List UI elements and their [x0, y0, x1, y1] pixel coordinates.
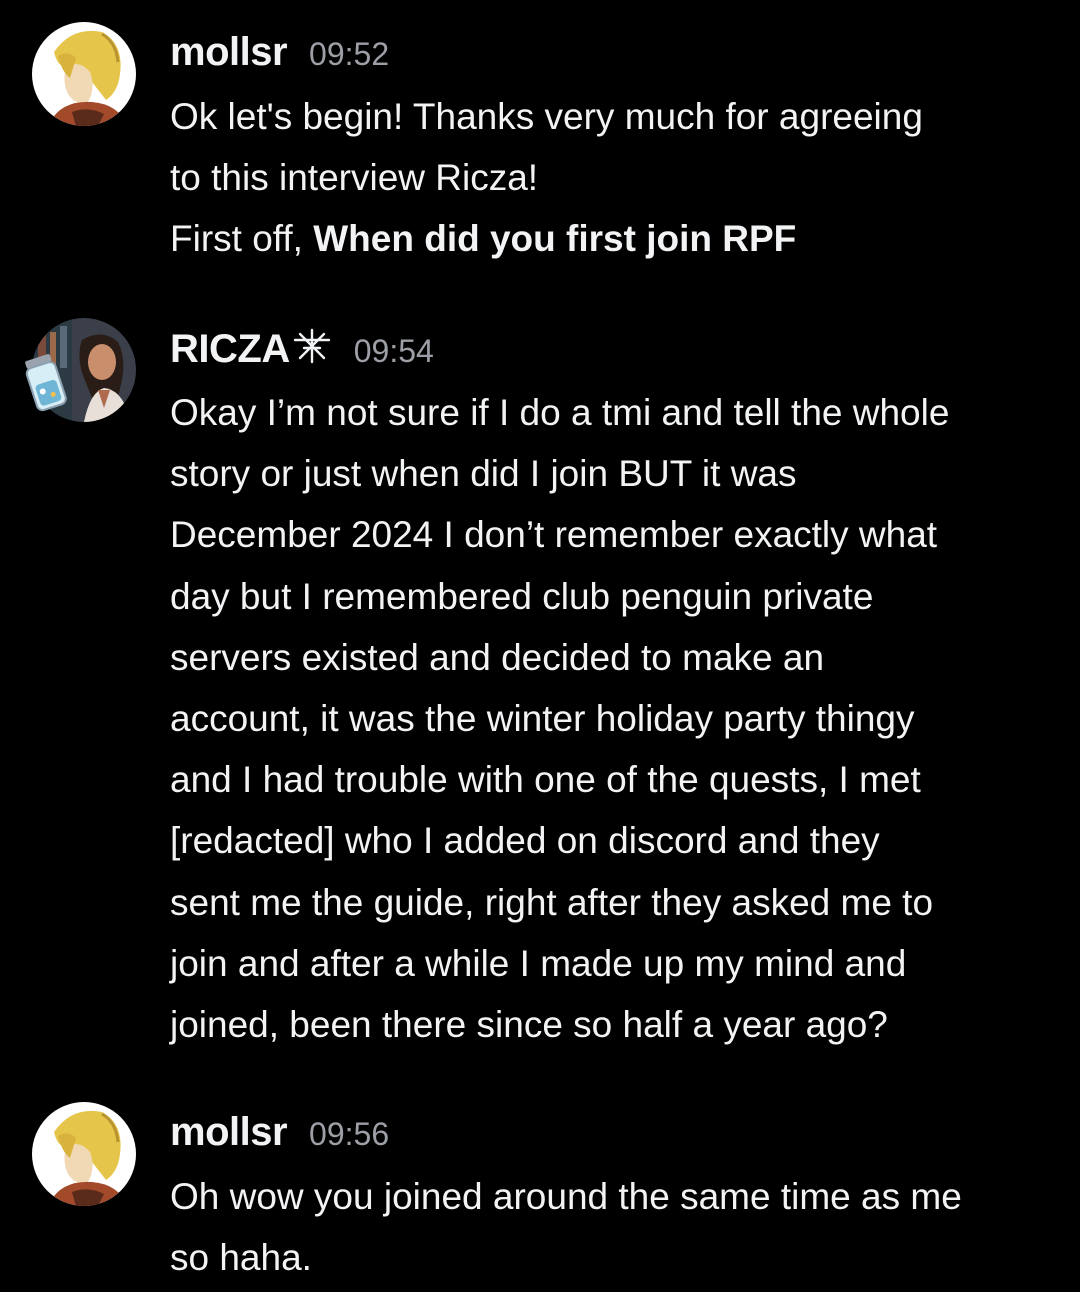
message-line: to this interview Ricza!: [170, 157, 539, 199]
message-body: Oh wow you joined around the same time a…: [170, 1166, 1050, 1288]
message-line: join and after a while I made up my mind…: [170, 942, 907, 984]
message-line: sent me the guide, right after they aske…: [170, 881, 934, 923]
message-body: Okay I’m not sure if I do a tmi and tell…: [170, 382, 1050, 1055]
username[interactable]: RICZA: [170, 327, 290, 372]
message-line: Ok let's begin! Thanks very much for agr…: [170, 96, 923, 137]
message-header: mollsr 09:52: [170, 30, 389, 80]
pentagram-star-icon: [292, 328, 332, 364]
message-line: December 2024 I don’t remember exactly w…: [170, 514, 938, 556]
username[interactable]: mollsr: [170, 30, 288, 75]
message-line: account, it was the winter holiday party…: [170, 697, 915, 739]
message-line: servers existed and decided to make an: [170, 636, 825, 678]
message-header: RICZA 09:54: [170, 326, 434, 376]
message-line: so haha.: [170, 1237, 312, 1279]
timestamp: 09:56: [309, 1116, 390, 1152]
message-line: Oh wow you joined around the same time a…: [170, 1176, 962, 1217]
username[interactable]: mollsr: [170, 1110, 288, 1155]
message-line: and I had trouble with one of the quests…: [170, 759, 921, 801]
message-line: [redacted] who I added on discord and th…: [170, 820, 880, 862]
message-line: Okay I’m not sure if I do a tmi and tell…: [170, 392, 950, 433]
message-line: day but I remembered club penguin privat…: [170, 575, 874, 617]
message-line: story or just when did I join BUT it was: [170, 453, 797, 495]
timestamp: 09:52: [309, 36, 390, 72]
user-avatar[interactable]: [32, 1102, 136, 1206]
message-header: mollsr 09:56: [170, 1110, 389, 1160]
message-body: Ok let's begin! Thanks very much for agr…: [170, 86, 1050, 270]
chat-log: mollsr 09:52 Ok let's begin! Thanks very…: [0, 0, 1080, 1292]
jar-icon: [25, 354, 67, 412]
avatar-art: [32, 1102, 136, 1206]
message-line: joined, been there since so half a year …: [170, 1003, 888, 1045]
bold-question: When did you first join RPF: [313, 218, 797, 260]
badge-svg: [293, 328, 330, 364]
timestamp: 09:54: [353, 333, 434, 369]
user-avatar[interactable]: [32, 22, 136, 126]
avatar-art: [32, 22, 136, 126]
message-line: First off, When did you first join RPF: [170, 208, 1050, 269]
message-text: First off,: [170, 218, 314, 260]
glass-jar-decoration: [22, 350, 70, 414]
